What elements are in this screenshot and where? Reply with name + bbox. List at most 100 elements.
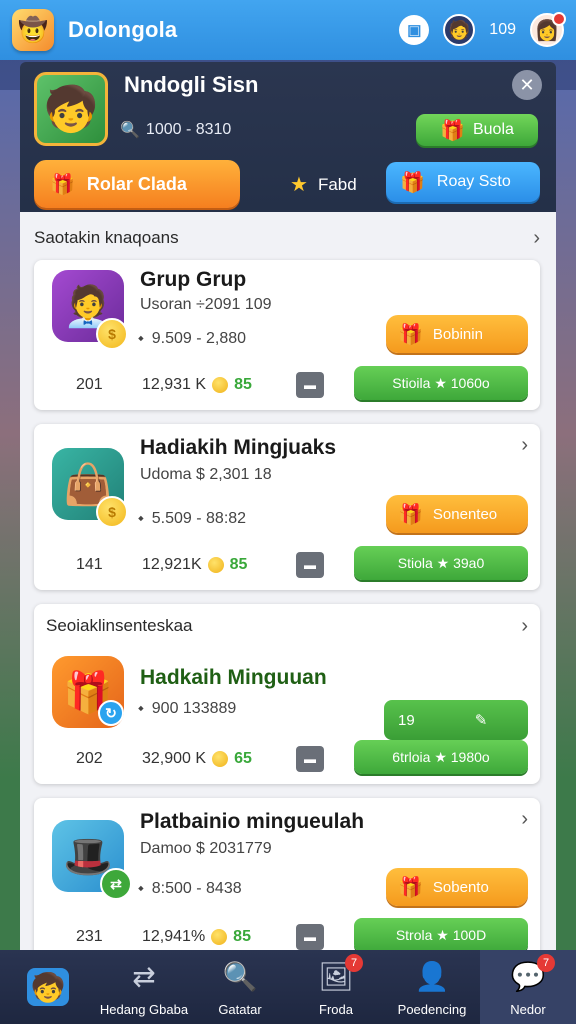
- card-coin-value: 85: [229, 556, 248, 573]
- chevron-right-icon[interactable]: ›: [521, 434, 528, 457]
- edit-button-label: 19: [398, 711, 415, 729]
- chevron-right-icon: ›: [521, 614, 528, 637]
- claim-button-label: Bobinin: [432, 325, 483, 343]
- gift-icon: 🎁: [398, 503, 423, 526]
- nav-item-chat[interactable]: 💬 7 Nedor: [480, 950, 576, 1024]
- star-label[interactable]: ★ Fabd: [290, 172, 357, 197]
- reward-card[interactable]: Seoiaklinsenteskaa › 🎁 ↻ Hadkaih Minguua…: [34, 604, 540, 784]
- video-icon[interactable]: ▬: [296, 924, 324, 950]
- swap-icon: ⇄: [100, 868, 132, 900]
- claim-button[interactable]: 🎁 Sobento: [386, 868, 528, 906]
- edit-button[interactable]: 19 ✎: [384, 700, 528, 740]
- card-stats: 12,941% 85: [142, 928, 251, 946]
- start-button[interactable]: Strola ★ 100D: [354, 918, 528, 952]
- video-icon[interactable]: ▬: [296, 552, 324, 578]
- tag-icon: ⬩: [138, 510, 144, 527]
- nav-label: Froda: [319, 1001, 353, 1017]
- card-stats-value: 32,900 K: [142, 750, 207, 767]
- nav-badge: 7: [537, 953, 555, 972]
- claim-button-label: Sobento: [432, 878, 489, 896]
- chevron-right-icon: ›: [533, 226, 540, 249]
- start-button[interactable]: Stiola ★ 39a0: [354, 546, 528, 580]
- reward-list: Saotakin knaqoans › 🧑‍💼 $ Grup Grup Usor…: [20, 212, 556, 952]
- tag-icon: ⬩: [138, 880, 144, 897]
- card-coin-value: 85: [233, 928, 251, 945]
- magnifier-icon: 🔍: [222, 961, 258, 992]
- reward-card[interactable]: 👜 $ Hadiakih Mingjuaks › Udoma $ 2,301 1…: [34, 424, 540, 590]
- start-button[interactable]: Stioila ★ 1060o: [354, 366, 528, 400]
- star-icon: ★: [290, 174, 308, 196]
- coin-icon: [207, 557, 224, 573]
- notification-dot: [552, 12, 566, 26]
- bonus-button[interactable]: 🎁 Buola: [416, 114, 538, 146]
- reward-card[interactable]: 🎩 ⇄ Platbainio mingueulah › Damoo $ 2031…: [34, 798, 540, 952]
- section-title: Saotakin knaqoans: [34, 228, 179, 247]
- card-rank: 202: [76, 750, 103, 767]
- main-action-button[interactable]: 🎁 Rolar Clada: [34, 160, 240, 208]
- section-header[interactable]: Saotakin knaqoans ›: [34, 216, 540, 260]
- profile-avatar-icon[interactable]: 👩: [530, 12, 566, 47]
- gift-icon: 🎁: [50, 173, 75, 196]
- photo-icon: 🖼 7: [315, 953, 363, 996]
- section-title: Seoiaklinsenteskaa: [46, 616, 193, 635]
- tag-icon: ⬩: [138, 700, 144, 717]
- player-count: 109: [489, 21, 516, 38]
- close-icon: ✕: [519, 74, 535, 95]
- card-stats: 12,921K 85: [142, 556, 247, 574]
- card-subtitle: Usoran ÷2091 109: [140, 296, 272, 313]
- star-label-text: Fabd: [317, 174, 357, 194]
- character-avatar-icon: 🧒: [34, 72, 108, 146]
- card-range-text: 900 133889: [151, 700, 237, 717]
- video-icon[interactable]: ▬: [296, 746, 324, 772]
- app-title: Dolongola: [68, 17, 178, 42]
- card-range-text: 8:500 - 8438: [151, 880, 242, 897]
- reward-card[interactable]: 🧑‍💼 $ Grup Grup Usoran ÷2091 109 ⬩ 9.509…: [34, 260, 540, 410]
- avatar-icon: 🧒: [27, 968, 69, 1006]
- claim-button[interactable]: 🎁 Sonenteo: [386, 495, 528, 533]
- gift-icon: 🎁: [400, 171, 425, 194]
- video-icon[interactable]: ▬: [296, 372, 324, 398]
- profile-id-text: 1000 - 8310: [145, 121, 232, 138]
- nav-item-friends[interactable]: 👤 Poedencing: [384, 950, 480, 1024]
- card-range-text: 5.509 - 88:82: [151, 510, 247, 527]
- card-subtitle: Damoo $ 2031779: [140, 840, 272, 857]
- start-button-label: Strola ★ 100D: [395, 926, 487, 943]
- card-range: ⬩ 9.509 - 2,880: [138, 330, 246, 348]
- card-stats: 12,931 K 85: [142, 376, 252, 394]
- start-button[interactable]: 6trloia ★ 1980o: [354, 740, 528, 774]
- arrows-icon: ⇄: [132, 961, 156, 992]
- coin-icon: [212, 377, 229, 393]
- card-title: Platbainio mingueulah: [140, 810, 365, 833]
- nav-label: Nedor: [510, 1001, 546, 1017]
- card-range: ⬩ 900 133889: [138, 700, 236, 718]
- character-logo-icon[interactable]: 🤠: [12, 9, 54, 51]
- section-header[interactable]: Seoiaklinsenteskaa ›: [34, 604, 540, 648]
- coin-icon: $: [96, 496, 128, 528]
- card-range: ⬩ 5.509 - 88:82: [138, 510, 246, 528]
- nav-item-trade[interactable]: ⇄ Hedang Gbaba: [96, 950, 192, 1024]
- start-button-label: Stiola ★ 39a0: [397, 554, 485, 571]
- gift-icon: 🎁: [440, 119, 465, 142]
- nav-label: Hedang Gbaba: [99, 1001, 189, 1017]
- chat-icon: 💬 7: [507, 953, 555, 996]
- nav-item-profile[interactable]: 🧒: [0, 950, 96, 1024]
- claim-button-label: Sonenteo: [432, 505, 498, 523]
- close-button[interactable]: ✕: [512, 70, 542, 100]
- player-avatar-icon[interactable]: 🧑: [443, 14, 476, 46]
- bottom-nav: 🧒 ⇄ Hedang Gbaba 🔍 Gatatar 🖼 7 Froda 👤 Po…: [0, 950, 576, 1024]
- nav-item-photos[interactable]: 🖼 7 Froda: [288, 950, 384, 1024]
- gift-icon: 🎁: [398, 876, 423, 899]
- profile-name: Nndogli Sisn: [124, 72, 259, 97]
- app-bar: 🤠 Dolongola ▣ 🧑 109 👩: [0, 0, 576, 60]
- nav-label: Gatatar: [218, 1001, 262, 1017]
- user-search-icon: 👤: [414, 961, 450, 992]
- blue-action-button[interactable]: 🎁 Roay Ssto: [386, 162, 540, 202]
- card-stats-value: 12,921K: [142, 556, 202, 573]
- card-stats-value: 12,931 K: [142, 376, 207, 393]
- claim-button[interactable]: 🎁 Bobinin: [386, 315, 528, 353]
- nav-item-search[interactable]: 🔍 Gatatar: [192, 950, 288, 1024]
- chevron-right-icon[interactable]: ›: [521, 808, 528, 831]
- message-icon[interactable]: ▣: [399, 15, 430, 45]
- refresh-icon: ↻: [98, 700, 124, 726]
- coin-icon: [211, 929, 228, 945]
